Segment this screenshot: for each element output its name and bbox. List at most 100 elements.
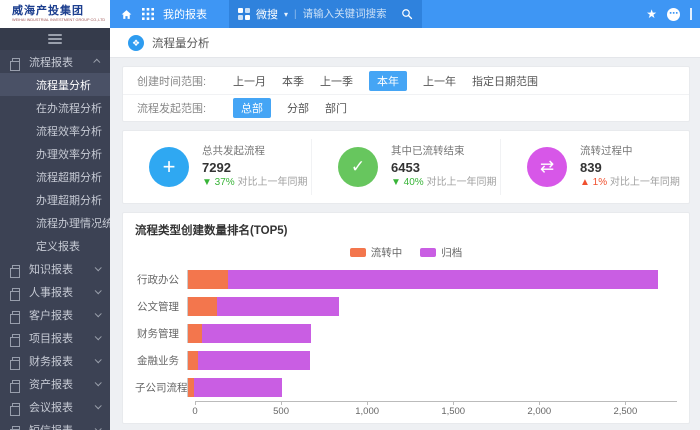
hamburger-icon[interactable] [48, 32, 62, 47]
axis-tick [625, 402, 626, 405]
legend-item-流转中[interactable]: 流转中 [350, 245, 403, 260]
chart-x-axis: 05001,0001,5002,0002,500 [195, 401, 677, 419]
sidebar-item-label: 流程报表 [29, 54, 86, 70]
sidebar-item-流程超期分析[interactable]: 流程超期分析 [0, 165, 110, 188]
sidebar-item-办理超期分析[interactable]: 办理超期分析 [0, 188, 110, 211]
sidebar-item-流程报表[interactable]: 流程报表 [0, 50, 110, 73]
sidebar-item-项目报表[interactable]: 项目报表 [0, 326, 110, 349]
sidebar-item-label: 流程办理情况统... [36, 215, 110, 231]
bar-segment-归档[interactable] [198, 351, 311, 370]
bar-segment-流转中[interactable] [188, 270, 228, 289]
chart-title: 流程类型创建数量排名(TOP5) [135, 222, 677, 238]
chart-panel: 流程类型创建数量排名(TOP5) 流转中归档 行政办公公文管理财务管理金融业务子… [122, 212, 690, 424]
chevron-down-icon [95, 379, 102, 386]
bar-segment-流转中[interactable] [188, 297, 217, 316]
bar-segment-归档[interactable] [217, 297, 339, 316]
chart-bar-row: 财务管理 [135, 320, 677, 347]
stat-value: 839 [580, 159, 680, 177]
sidebar-item-知识报表[interactable]: 知识报表 [0, 257, 110, 280]
sidebar-item-财务报表[interactable]: 财务报表 [0, 349, 110, 372]
chevron-down-icon [95, 333, 102, 340]
bar-segment-流转中[interactable] [188, 324, 202, 343]
report-folder-icon [12, 380, 20, 388]
filter-options: 上一月本季上一季本年上一年指定日期范围 [233, 71, 538, 91]
sidebar-item-在办流程分析[interactable]: 在办流程分析 [0, 96, 110, 119]
search-input[interactable] [303, 8, 395, 20]
favorite-star-icon[interactable]: ★ [646, 7, 657, 21]
company-logo: 威海产投集团 WEIHAI INDUSTRIAL INVESTMENT GROU… [0, 0, 110, 28]
main-area: ❖ 流程量分析 创建时间范围:上一月本季上一季本年上一年指定日期范围流程发起范围… [110, 28, 700, 430]
sidebar-item-客户报表[interactable]: 客户报表 [0, 303, 110, 326]
chart-bar-row: 公文管理 [135, 293, 677, 320]
axis-tick-label: 500 [273, 406, 289, 417]
sidebar-item-label: 办理超期分析 [36, 192, 110, 208]
stat-delta: ▲ 1% 对比上一年同期 [580, 176, 680, 190]
divider: | [294, 9, 297, 20]
bar-segment-归档[interactable] [202, 324, 311, 343]
sidebar-item-label: 客户报表 [29, 307, 86, 323]
apps-grid-icon[interactable] [142, 8, 154, 20]
page-title: 流程量分析 [152, 35, 210, 51]
sidebar-item-定义报表[interactable]: 定义报表 [0, 234, 110, 257]
stat-card: +总共发起流程7292▼ 37% 对比上一年同期 [123, 139, 311, 195]
delta-arrow-icon: ▼ 37% [202, 177, 235, 188]
report-folder-icon [12, 357, 20, 365]
filter-option[interactable]: 上一月 [233, 73, 266, 89]
sidebar-item-流程效率分析[interactable]: 流程效率分析 [0, 119, 110, 142]
axis-tick [539, 402, 540, 405]
bar-segment-归档[interactable] [228, 270, 658, 289]
sidebar-item-人事报表[interactable]: 人事报表 [0, 280, 110, 303]
chart-bar-row: 子公司流程 [135, 374, 677, 401]
plus-icon: + [149, 147, 189, 187]
bar-track [187, 324, 677, 343]
legend-item-归档[interactable]: 归档 [420, 245, 462, 260]
sidebar-item-流程量分析[interactable]: 流程量分析 [0, 73, 110, 96]
page-header: ❖ 流程量分析 [110, 28, 700, 58]
sidebar-item-流程办理情况统[interactable]: 流程办理情况统... [0, 211, 110, 234]
filter-option[interactable]: 本年 [369, 71, 407, 91]
axis-tick [453, 402, 454, 405]
legend-label: 归档 [441, 245, 462, 260]
report-folder-icon [12, 288, 20, 296]
axis-tick [195, 402, 196, 405]
stat-value: 6453 [391, 159, 496, 177]
search-icon[interactable] [401, 8, 413, 20]
sidebar-item-label: 项目报表 [29, 330, 86, 346]
filter-option[interactable]: 上一季 [320, 73, 353, 89]
filter-option[interactable]: 部门 [325, 100, 347, 116]
axis-tick [281, 402, 282, 405]
my-reports-nav[interactable]: 我的报表 [163, 6, 207, 22]
axis-tick-label: 1,500 [441, 406, 465, 417]
legend-swatch [350, 248, 366, 257]
more-options-icon[interactable]: ⋯ [667, 8, 680, 21]
chevron-down-icon [95, 402, 102, 409]
filter-option[interactable]: 总部 [233, 98, 271, 118]
home-icon[interactable] [120, 8, 133, 21]
filter-option[interactable]: 分部 [287, 100, 309, 116]
sidebar-item-资产报表[interactable]: 资产报表 [0, 372, 110, 395]
bar-segment-归档[interactable] [194, 378, 282, 397]
module-grid-icon[interactable] [238, 8, 250, 20]
sidebar-item-短信报表[interactable]: 短信报表 [0, 418, 110, 430]
sidebar-item-label: 办理效率分析 [36, 146, 110, 162]
sidebar-item-label: 会议报表 [29, 399, 86, 415]
stat-card: ⇄ 流转过程中839▲ 1% 对比上一年同期 [500, 139, 689, 195]
bar-segment-流转中[interactable] [188, 351, 198, 370]
top-bar: 威海产投集团 WEIHAI INDUSTRIAL INVESTMENT GROU… [0, 0, 700, 28]
bar-track [187, 270, 677, 289]
report-folder-icon [12, 265, 20, 273]
stat-title: 流转过程中 [580, 144, 680, 158]
sidebar-item-label: 短信报表 [29, 422, 86, 430]
filter-option[interactable]: 指定日期范围 [472, 73, 538, 89]
chevron-down-icon [95, 310, 102, 317]
filter-option[interactable]: 本季 [282, 73, 304, 89]
chart-legend: 流转中 归档 [135, 245, 677, 260]
chevron-down-icon[interactable]: ▾ [284, 10, 288, 19]
sidebar-collapse-strip[interactable] [0, 28, 110, 50]
loop-icon: ⇄ [527, 147, 567, 187]
stat-texts: 其中已流转结束6453▼ 40% 对比上一年同期 [391, 144, 496, 189]
search-scope-select[interactable]: 微搜 [256, 6, 278, 22]
sidebar-item-办理效率分析[interactable]: 办理效率分析 [0, 142, 110, 165]
sidebar-item-会议报表[interactable]: 会议报表 [0, 395, 110, 418]
filter-option[interactable]: 上一年 [423, 73, 456, 89]
